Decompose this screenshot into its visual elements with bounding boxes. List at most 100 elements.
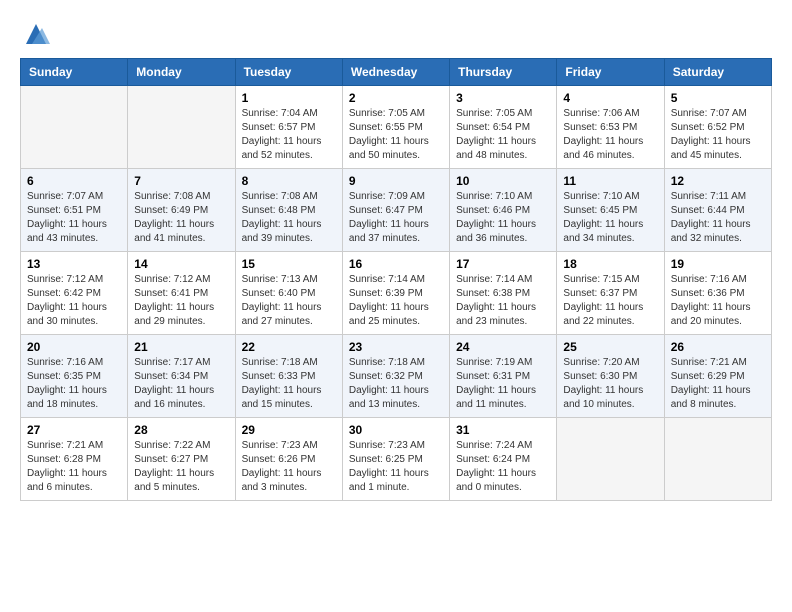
day-number: 1 bbox=[242, 91, 336, 105]
day-of-week-header: Sunday bbox=[21, 59, 128, 86]
day-detail: Sunrise: 7:23 AMSunset: 6:26 PMDaylight:… bbox=[242, 440, 322, 493]
day-detail: Sunrise: 7:16 AMSunset: 6:36 PMDaylight:… bbox=[671, 274, 751, 327]
day-number: 13 bbox=[27, 257, 121, 271]
day-detail: Sunrise: 7:05 AMSunset: 6:54 PMDaylight:… bbox=[456, 108, 536, 161]
day-of-week-header: Monday bbox=[128, 59, 235, 86]
day-detail: Sunrise: 7:04 AMSunset: 6:57 PMDaylight:… bbox=[242, 108, 322, 161]
day-number: 7 bbox=[134, 174, 228, 188]
day-detail: Sunrise: 7:24 AMSunset: 6:24 PMDaylight:… bbox=[456, 440, 536, 493]
day-detail: Sunrise: 7:05 AMSunset: 6:55 PMDaylight:… bbox=[349, 108, 429, 161]
calendar-day-cell: 2 Sunrise: 7:05 AMSunset: 6:55 PMDayligh… bbox=[342, 86, 449, 169]
calendar-day-cell bbox=[21, 86, 128, 169]
day-detail: Sunrise: 7:15 AMSunset: 6:37 PMDaylight:… bbox=[563, 274, 643, 327]
day-number: 23 bbox=[349, 340, 443, 354]
day-detail: Sunrise: 7:12 AMSunset: 6:42 PMDaylight:… bbox=[27, 274, 107, 327]
calendar-week-row: 20 Sunrise: 7:16 AMSunset: 6:35 PMDaylig… bbox=[21, 335, 772, 418]
day-number: 28 bbox=[134, 423, 228, 437]
calendar-day-cell: 29 Sunrise: 7:23 AMSunset: 6:26 PMDaylig… bbox=[235, 418, 342, 501]
calendar-day-cell: 21 Sunrise: 7:17 AMSunset: 6:34 PMDaylig… bbox=[128, 335, 235, 418]
day-number: 31 bbox=[456, 423, 550, 437]
day-of-week-header: Tuesday bbox=[235, 59, 342, 86]
day-number: 14 bbox=[134, 257, 228, 271]
day-number: 24 bbox=[456, 340, 550, 354]
day-number: 29 bbox=[242, 423, 336, 437]
day-number: 10 bbox=[456, 174, 550, 188]
day-number: 30 bbox=[349, 423, 443, 437]
calendar-day-cell bbox=[557, 418, 664, 501]
day-number: 9 bbox=[349, 174, 443, 188]
calendar-day-cell: 28 Sunrise: 7:22 AMSunset: 6:27 PMDaylig… bbox=[128, 418, 235, 501]
calendar-day-cell: 7 Sunrise: 7:08 AMSunset: 6:49 PMDayligh… bbox=[128, 169, 235, 252]
day-detail: Sunrise: 7:13 AMSunset: 6:40 PMDaylight:… bbox=[242, 274, 322, 327]
day-detail: Sunrise: 7:11 AMSunset: 6:44 PMDaylight:… bbox=[671, 191, 751, 244]
day-detail: Sunrise: 7:19 AMSunset: 6:31 PMDaylight:… bbox=[456, 357, 536, 410]
calendar-day-cell: 12 Sunrise: 7:11 AMSunset: 6:44 PMDaylig… bbox=[664, 169, 771, 252]
day-detail: Sunrise: 7:08 AMSunset: 6:48 PMDaylight:… bbox=[242, 191, 322, 244]
day-of-week-header: Wednesday bbox=[342, 59, 449, 86]
calendar-day-cell: 15 Sunrise: 7:13 AMSunset: 6:40 PMDaylig… bbox=[235, 252, 342, 335]
day-number: 26 bbox=[671, 340, 765, 354]
day-detail: Sunrise: 7:17 AMSunset: 6:34 PMDaylight:… bbox=[134, 357, 214, 410]
calendar-day-cell: 20 Sunrise: 7:16 AMSunset: 6:35 PMDaylig… bbox=[21, 335, 128, 418]
day-detail: Sunrise: 7:07 AMSunset: 6:52 PMDaylight:… bbox=[671, 108, 751, 161]
calendar-week-row: 1 Sunrise: 7:04 AMSunset: 6:57 PMDayligh… bbox=[21, 86, 772, 169]
calendar-day-cell: 13 Sunrise: 7:12 AMSunset: 6:42 PMDaylig… bbox=[21, 252, 128, 335]
calendar-day-cell: 23 Sunrise: 7:18 AMSunset: 6:32 PMDaylig… bbox=[342, 335, 449, 418]
calendar-week-row: 6 Sunrise: 7:07 AMSunset: 6:51 PMDayligh… bbox=[21, 169, 772, 252]
calendar-day-cell: 24 Sunrise: 7:19 AMSunset: 6:31 PMDaylig… bbox=[450, 335, 557, 418]
day-detail: Sunrise: 7:18 AMSunset: 6:33 PMDaylight:… bbox=[242, 357, 322, 410]
calendar-day-cell: 11 Sunrise: 7:10 AMSunset: 6:45 PMDaylig… bbox=[557, 169, 664, 252]
day-detail: Sunrise: 7:18 AMSunset: 6:32 PMDaylight:… bbox=[349, 357, 429, 410]
calendar-day-cell: 5 Sunrise: 7:07 AMSunset: 6:52 PMDayligh… bbox=[664, 86, 771, 169]
day-of-week-header: Friday bbox=[557, 59, 664, 86]
day-detail: Sunrise: 7:08 AMSunset: 6:49 PMDaylight:… bbox=[134, 191, 214, 244]
day-of-week-header: Saturday bbox=[664, 59, 771, 86]
day-detail: Sunrise: 7:07 AMSunset: 6:51 PMDaylight:… bbox=[27, 191, 107, 244]
calendar-day-cell: 27 Sunrise: 7:21 AMSunset: 6:28 PMDaylig… bbox=[21, 418, 128, 501]
day-number: 27 bbox=[27, 423, 121, 437]
day-number: 20 bbox=[27, 340, 121, 354]
day-detail: Sunrise: 7:22 AMSunset: 6:27 PMDaylight:… bbox=[134, 440, 214, 493]
day-detail: Sunrise: 7:16 AMSunset: 6:35 PMDaylight:… bbox=[27, 357, 107, 410]
calendar-day-cell: 17 Sunrise: 7:14 AMSunset: 6:38 PMDaylig… bbox=[450, 252, 557, 335]
calendar-week-row: 27 Sunrise: 7:21 AMSunset: 6:28 PMDaylig… bbox=[21, 418, 772, 501]
calendar-day-cell: 26 Sunrise: 7:21 AMSunset: 6:29 PMDaylig… bbox=[664, 335, 771, 418]
day-number: 3 bbox=[456, 91, 550, 105]
calendar-week-row: 13 Sunrise: 7:12 AMSunset: 6:42 PMDaylig… bbox=[21, 252, 772, 335]
day-detail: Sunrise: 7:12 AMSunset: 6:41 PMDaylight:… bbox=[134, 274, 214, 327]
day-detail: Sunrise: 7:09 AMSunset: 6:47 PMDaylight:… bbox=[349, 191, 429, 244]
day-number: 4 bbox=[563, 91, 657, 105]
day-of-week-header: Thursday bbox=[450, 59, 557, 86]
day-number: 17 bbox=[456, 257, 550, 271]
calendar-day-cell: 9 Sunrise: 7:09 AMSunset: 6:47 PMDayligh… bbox=[342, 169, 449, 252]
calendar-day-cell: 1 Sunrise: 7:04 AMSunset: 6:57 PMDayligh… bbox=[235, 86, 342, 169]
calendar-day-cell: 16 Sunrise: 7:14 AMSunset: 6:39 PMDaylig… bbox=[342, 252, 449, 335]
day-number: 8 bbox=[242, 174, 336, 188]
calendar-day-cell bbox=[664, 418, 771, 501]
day-number: 11 bbox=[563, 174, 657, 188]
calendar-header-row: SundayMondayTuesdayWednesdayThursdayFrid… bbox=[21, 59, 772, 86]
calendar-day-cell: 25 Sunrise: 7:20 AMSunset: 6:30 PMDaylig… bbox=[557, 335, 664, 418]
calendar-day-cell: 22 Sunrise: 7:18 AMSunset: 6:33 PMDaylig… bbox=[235, 335, 342, 418]
calendar-day-cell: 6 Sunrise: 7:07 AMSunset: 6:51 PMDayligh… bbox=[21, 169, 128, 252]
calendar-day-cell: 14 Sunrise: 7:12 AMSunset: 6:41 PMDaylig… bbox=[128, 252, 235, 335]
day-number: 5 bbox=[671, 91, 765, 105]
day-detail: Sunrise: 7:14 AMSunset: 6:39 PMDaylight:… bbox=[349, 274, 429, 327]
day-number: 25 bbox=[563, 340, 657, 354]
calendar-day-cell: 10 Sunrise: 7:10 AMSunset: 6:46 PMDaylig… bbox=[450, 169, 557, 252]
logo-icon bbox=[22, 20, 50, 48]
day-detail: Sunrise: 7:21 AMSunset: 6:29 PMDaylight:… bbox=[671, 357, 751, 410]
calendar-day-cell: 19 Sunrise: 7:16 AMSunset: 6:36 PMDaylig… bbox=[664, 252, 771, 335]
day-number: 12 bbox=[671, 174, 765, 188]
day-number: 6 bbox=[27, 174, 121, 188]
logo bbox=[20, 20, 50, 42]
day-number: 21 bbox=[134, 340, 228, 354]
day-number: 22 bbox=[242, 340, 336, 354]
calendar-day-cell: 30 Sunrise: 7:23 AMSunset: 6:25 PMDaylig… bbox=[342, 418, 449, 501]
day-number: 18 bbox=[563, 257, 657, 271]
day-number: 16 bbox=[349, 257, 443, 271]
day-detail: Sunrise: 7:10 AMSunset: 6:46 PMDaylight:… bbox=[456, 191, 536, 244]
day-number: 15 bbox=[242, 257, 336, 271]
calendar-day-cell: 18 Sunrise: 7:15 AMSunset: 6:37 PMDaylig… bbox=[557, 252, 664, 335]
calendar-day-cell: 31 Sunrise: 7:24 AMSunset: 6:24 PMDaylig… bbox=[450, 418, 557, 501]
